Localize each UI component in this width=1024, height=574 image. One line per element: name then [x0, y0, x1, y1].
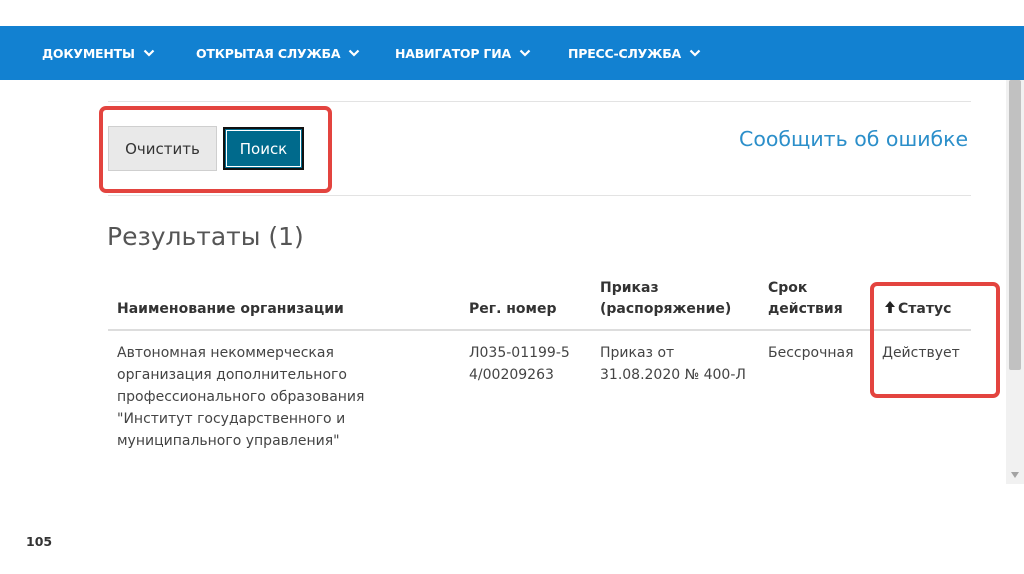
column-header-validity[interactable]: Срок действия: [768, 278, 868, 320]
nav-item-label: ОТКРЫТАЯ СЛУЖБА: [196, 45, 341, 61]
nav-item-gia-navigator[interactable]: НАВИГАТОР ГИА: [395, 26, 531, 80]
column-header-reg-number[interactable]: Рег. номер: [469, 299, 589, 320]
top-navbar: ДОКУМЕНТЫ ОТКРЫТАЯ СЛУЖБА НАВИГАТОР ГИА …: [0, 26, 1024, 80]
nav-item-press-service[interactable]: ПРЕСС-СЛУЖБА: [568, 26, 701, 80]
cell-reg-number: Л035-01199-54/00209263: [469, 345, 570, 383]
nav-item-documents[interactable]: ДОКУМЕНТЫ: [42, 26, 155, 80]
divider: [108, 195, 971, 196]
column-header-organization[interactable]: Наименование организации: [117, 299, 457, 320]
nav-item-label: ДОКУМЕНТЫ: [42, 45, 135, 61]
scroll-down-arrow-icon[interactable]: [1008, 468, 1022, 480]
highlight-frame-buttons: [99, 106, 332, 193]
chevron-down-icon: [143, 48, 155, 58]
nav-item-label: ПРЕСС-СЛУЖБА: [568, 45, 681, 61]
cell-order: Приказ от 31.08.2020 № 400-Л: [600, 345, 746, 383]
chevron-down-icon: [519, 48, 531, 58]
results-heading: Результаты (1): [107, 222, 304, 251]
chevron-down-icon: [689, 48, 701, 58]
highlight-frame-status: [870, 282, 1000, 398]
cell-validity: Бессрочная: [768, 345, 854, 361]
column-header-order[interactable]: Приказ (распоряжение): [600, 278, 750, 320]
nav-item-label: НАВИГАТОР ГИА: [395, 45, 511, 61]
page-number: 105: [26, 534, 53, 549]
chevron-down-icon: [348, 48, 360, 58]
table-header-divider: [108, 329, 971, 331]
report-error-link[interactable]: Сообщить об ошибке: [739, 127, 979, 157]
scrollbar-thumb[interactable]: [1009, 80, 1021, 370]
cell-organization: Автономная некоммерческая организация до…: [117, 345, 365, 449]
divider: [108, 101, 971, 102]
nav-item-open-service[interactable]: ОТКРЫТАЯ СЛУЖБА: [196, 26, 360, 80]
